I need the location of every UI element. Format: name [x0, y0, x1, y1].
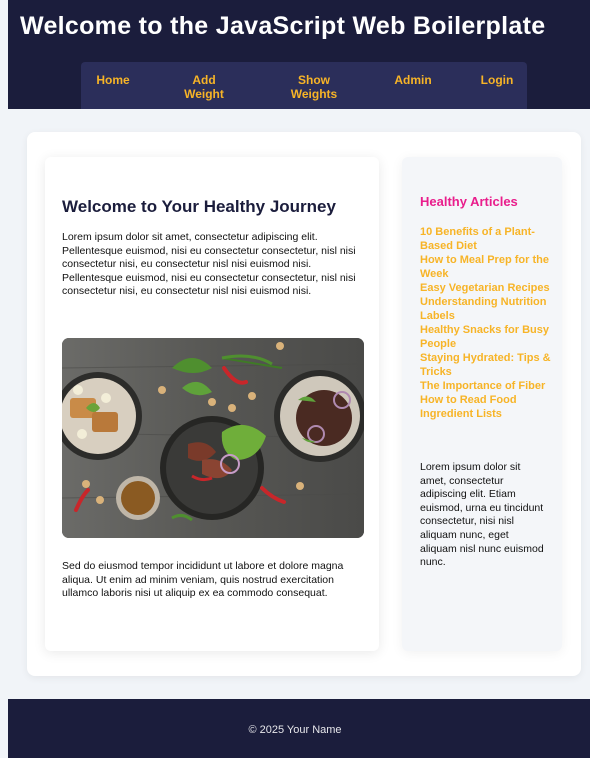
nav-add-weight[interactable]: Add Weight: [179, 73, 229, 101]
article-link[interactable]: 10 Benefits of a Plant-Based Diet: [420, 225, 556, 253]
list-item: Healthy Snacks for Busy People: [420, 323, 556, 351]
sidebar-heading: Healthy Articles: [420, 194, 518, 209]
articles-sidebar: Healthy Articles 10 Benefits of a Plant-…: [402, 157, 562, 651]
copyright-text: © 2025 Your Name: [248, 724, 342, 736]
list-item: Understanding Nutrition Labels: [420, 295, 556, 323]
nav-admin[interactable]: Admin: [391, 73, 435, 87]
list-item: How to Read Food Ingredient Lists: [420, 393, 556, 421]
article-link[interactable]: Understanding Nutrition Labels: [420, 295, 556, 323]
list-item: Easy Vegetarian Recipes: [420, 281, 556, 295]
outro-paragraph: Sed do eiusmod tempor incididunt ut labo…: [62, 560, 344, 600]
food-photo-illustration: [62, 338, 364, 538]
site-title: Welcome to the JavaScript Web Boilerplat…: [20, 12, 546, 40]
article-link[interactable]: How to Read Food Ingredient Lists: [420, 393, 556, 421]
main-heading: Welcome to Your Healthy Journey: [62, 197, 336, 216]
list-item: Staying Hydrated: Tips & Tricks: [420, 351, 556, 379]
nav-show-weights[interactable]: Show Weights: [285, 73, 343, 101]
list-item: The Importance of Fiber: [420, 379, 556, 393]
list-item: 10 Benefits of a Plant-Based Diet: [420, 225, 556, 253]
food-photo: [62, 338, 364, 538]
article-link[interactable]: How to Meal Prep for the Week: [420, 253, 556, 281]
intro-paragraph: Lorem ipsum dolor sit amet, consectetur …: [62, 231, 356, 298]
content-card: Welcome to Your Healthy Journey Lorem ip…: [27, 132, 581, 676]
list-item: How to Meal Prep for the Week: [420, 253, 556, 281]
sidebar-paragraph: Lorem ipsum dolor sit amet, consectetur …: [420, 461, 544, 569]
article-link[interactable]: Easy Vegetarian Recipes: [420, 281, 556, 295]
nav-login[interactable]: Login: [477, 73, 517, 87]
article-link[interactable]: Staying Hydrated: Tips & Tricks: [420, 351, 556, 379]
site-footer: © 2025 Your Name: [8, 699, 590, 758]
nav-home[interactable]: Home: [93, 73, 133, 87]
page: Welcome to the JavaScript Web Boilerplat…: [0, 0, 590, 758]
article-link[interactable]: Healthy Snacks for Busy People: [420, 323, 556, 351]
article-list: 10 Benefits of a Plant-Based Diet How to…: [420, 225, 556, 421]
main-nav: Home Add Weight Show Weights Admin Login: [81, 62, 527, 109]
site-header: Welcome to the JavaScript Web Boilerplat…: [8, 0, 590, 109]
main-article: Welcome to Your Healthy Journey Lorem ip…: [45, 157, 379, 651]
article-link[interactable]: The Importance of Fiber: [420, 379, 556, 393]
